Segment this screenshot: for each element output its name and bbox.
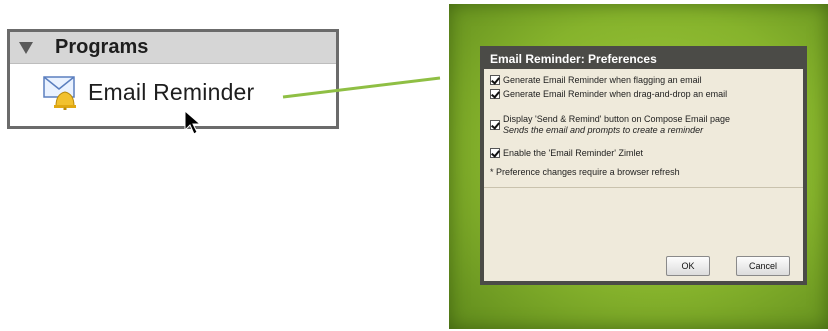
programs-panel: Programs Email Reminder — [7, 29, 339, 135]
option-flagging[interactable]: Generate Email Reminder when flagging an… — [490, 75, 797, 86]
checkbox-enable-zimlet[interactable] — [490, 148, 500, 158]
option-drag-drop[interactable]: Generate Email Reminder when drag-and-dr… — [490, 89, 797, 100]
option-label: Generate Email Reminder when drag-and-dr… — [503, 89, 728, 99]
preferences-dialog: Email Reminder: Preferences Generate Ema… — [480, 46, 807, 285]
option-label: Enable the 'Email Reminder' Zimlet — [503, 148, 643, 158]
programs-title: Programs — [55, 36, 149, 58]
option-label: Generate Email Reminder when flagging an… — [503, 75, 702, 85]
option-enable-zimlet[interactable]: Enable the 'Email Reminder' Zimlet — [490, 148, 797, 159]
dialog-body: Generate Email Reminder when flagging an… — [484, 69, 803, 188]
collapse-triangle-icon[interactable] — [19, 41, 33, 54]
divider — [484, 187, 803, 188]
refresh-note: * Preference changes require a browser r… — [490, 167, 680, 177]
ok-button[interactable]: OK — [666, 256, 710, 276]
programs-header[interactable]: Programs — [10, 32, 336, 64]
option-sublabel: Sends the email and prompts to create a … — [503, 125, 704, 135]
checkbox-drag-drop[interactable] — [490, 89, 500, 99]
dialog-title: Email Reminder: Preferences — [484, 49, 803, 69]
program-item-email-reminder[interactable]: Email Reminder — [42, 74, 254, 110]
checkbox-send-remind[interactable] — [490, 120, 500, 130]
option-send-remind[interactable]: Display 'Send & Remind' button on Compos… — [490, 114, 797, 136]
cancel-button[interactable]: Cancel — [736, 256, 790, 276]
email-reminder-icon — [43, 76, 76, 110]
program-label: Email Reminder — [88, 78, 255, 105]
checkbox-flagging[interactable] — [490, 75, 500, 85]
cursor-icon — [184, 110, 202, 135]
option-label: Display 'Send & Remind' button on Compos… — [503, 114, 731, 124]
